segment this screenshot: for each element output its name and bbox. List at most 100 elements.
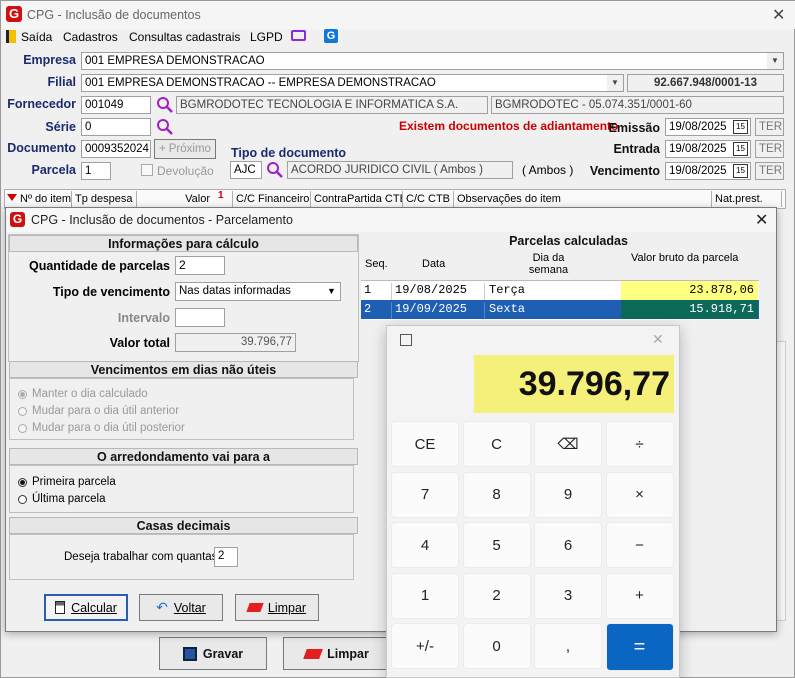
grid-header-ccfin[interactable]: C/C Financeiro	[233, 191, 311, 207]
dialog-close-icon[interactable]: ✕	[755, 210, 768, 230]
grid-header-obs[interactable]: Observações do item	[454, 191, 712, 207]
proximo-button[interactable]: + Próximo	[154, 139, 216, 159]
arred-option-label-0: Primeira parcela	[32, 476, 116, 488]
label-fornecedor: Fornecedor	[7, 97, 76, 111]
arred-header: O arredondamento vai para a	[9, 448, 358, 465]
grid-header-ccctb[interactable]: C/C CTB	[403, 191, 454, 207]
label-entrada: Entrada	[613, 142, 660, 156]
emissao-day: TER	[755, 118, 784, 136]
radio-anterior-icon	[18, 406, 27, 416]
label-empresa: Empresa	[23, 53, 76, 67]
dias-option-anterior[interactable]: Mudar para o dia útil anterior	[18, 405, 179, 417]
dias-option-label-1: Mudar para o dia útil anterior	[32, 405, 180, 417]
calc-key-plus[interactable]: +	[605, 572, 674, 619]
close-icon[interactable]: ✕	[772, 5, 785, 25]
gravar-button[interactable]: Gravar	[159, 637, 267, 670]
calc-key-divide[interactable]: ÷	[605, 421, 674, 467]
vencimento-calendar-icon[interactable]: 15	[733, 164, 748, 178]
calc-key-backspace[interactable]: ⌫	[534, 421, 602, 467]
documento-field[interactable]: 0009352024	[81, 140, 151, 158]
calc-key-7[interactable]: 7	[391, 471, 459, 518]
parcelas-col-dia: Dia da semana	[528, 252, 569, 276]
calc-key-comma[interactable]: ,	[534, 623, 602, 669]
dialog-title-bar: G CPG - Inclusão de documentos - Parcela…	[6, 208, 776, 232]
filial-select[interactable]: 001 EMPRESA DEMONSTRACAO -- EMPRESA DEMO…	[81, 74, 624, 92]
tipo-doc-desc: ACORDO JURIDICO CIVIL ( Ambos )	[287, 161, 513, 179]
arred-option-ultima[interactable]: Última parcela	[18, 493, 106, 505]
calc-key-equals[interactable]: =	[605, 623, 674, 671]
calc-close-icon[interactable]: ✕	[652, 331, 664, 348]
calc-key-1[interactable]: 1	[391, 572, 459, 619]
grid-sort-num: 1	[218, 190, 224, 201]
grid-header-item[interactable]: Nº do item	[17, 191, 72, 207]
empresa-dropdown-icon[interactable]: ▼	[767, 53, 783, 69]
voltar-button[interactable]: ↶ Voltar	[139, 594, 223, 621]
calc-key-negate[interactable]: +/-	[391, 623, 459, 669]
calc-key-5[interactable]: 5	[462, 522, 531, 568]
table-row[interactable]: 1 19/08/2025 Terça 23.878,06	[361, 281, 759, 300]
grid-header-contrapartida[interactable]: ContraPartida CTB	[311, 191, 403, 207]
calc-mini-mode-icon[interactable]	[400, 334, 412, 346]
menu-cadastros[interactable]: Cadastros	[63, 30, 118, 44]
calculator-icon	[55, 601, 66, 614]
calc-key-4[interactable]: 4	[391, 522, 459, 568]
calc-key-ce[interactable]: CE	[391, 421, 459, 467]
intervalo-input[interactable]	[175, 308, 225, 327]
calc-key-8[interactable]: 8	[462, 471, 531, 518]
grid-header-tpdespesa[interactable]: Tp despesa	[72, 191, 137, 207]
qtd-label: Quantidade de parcelas	[28, 259, 170, 273]
limpar-dialog-button[interactable]: Limpar	[235, 594, 319, 621]
row1-seq: 1	[364, 283, 392, 300]
serie-field[interactable]: 0	[81, 118, 151, 136]
g-app-icon[interactable]: G	[324, 29, 338, 43]
dias-option-label-0: Manter o dia calculado	[32, 388, 148, 400]
entrada-calendar-icon[interactable]: 15	[733, 142, 748, 156]
tipo-doc-search-icon[interactable]	[266, 161, 284, 179]
menu-lgpd[interactable]: LGPD	[250, 30, 283, 44]
parcelas-col-seq: Seq.	[365, 258, 388, 270]
eraser-icon	[303, 648, 323, 659]
monitor-icon[interactable]	[291, 30, 306, 41]
label-emissao: Emissão	[608, 121, 660, 135]
empresa-select[interactable]: 001 EMPRESA DEMONSTRACAO	[81, 52, 784, 70]
gravar-label: Gravar	[202, 646, 244, 661]
tipo-doc-ambos: ( Ambos )	[522, 163, 574, 177]
tipo-venc-dropdown-icon[interactable]: ▼	[324, 284, 339, 299]
calcular-label: Calcular	[71, 600, 117, 615]
devolucao-label: Devolução	[157, 164, 214, 178]
grid-indicator-icon	[7, 194, 17, 201]
tipo-venc-select[interactable]: Nas datas informadas	[175, 282, 341, 301]
exit-icon	[6, 30, 16, 43]
casas-input[interactable]: 2	[214, 547, 238, 567]
calc-key-3[interactable]: 3	[534, 572, 602, 619]
menu-bar: Saída Cadastros Consultas cadastrais LGP…	[1, 27, 795, 47]
menu-saida[interactable]: Saída	[21, 30, 52, 44]
calc-key-minus[interactable]: −	[605, 522, 674, 568]
qtd-input[interactable]: 2	[175, 256, 225, 275]
serie-search-icon[interactable]	[156, 118, 174, 136]
dias-option-posterior[interactable]: Mudar para o dia útil posterior	[18, 422, 185, 434]
emissao-calendar-icon[interactable]: 15	[733, 120, 748, 134]
filial-dropdown-icon[interactable]: ▼	[607, 75, 623, 91]
grid-header-natprest[interactable]: Nat.prest.	[712, 191, 782, 207]
dias-option-manter[interactable]: Manter o dia calculado	[18, 388, 148, 400]
menu-consultas[interactable]: Consultas cadastrais	[129, 30, 240, 44]
calc-key-9[interactable]: 9	[534, 471, 602, 518]
fornecedor-search-icon[interactable]	[156, 96, 174, 114]
calc-key-6[interactable]: 6	[534, 522, 602, 568]
arred-option-label-1: Última parcela	[32, 493, 106, 505]
calc-key-2[interactable]: 2	[462, 572, 531, 619]
row2-dia: Sexta	[489, 302, 526, 316]
table-row[interactable]: 2 19/09/2025 Sexta 15.918,71	[361, 300, 759, 319]
calc-key-multiply[interactable]: ×	[605, 471, 674, 518]
vencimento-day: TER	[755, 162, 784, 180]
arred-option-primeira[interactable]: Primeira parcela	[18, 476, 116, 488]
fornecedor-code[interactable]: 001049	[81, 96, 151, 114]
calc-key-0[interactable]: 0	[462, 623, 531, 669]
limpar-main-button[interactable]: Limpar	[283, 637, 391, 670]
calcular-button[interactable]: Calcular	[44, 594, 128, 621]
tipo-doc-code[interactable]: AJC	[230, 161, 262, 179]
parcela-field[interactable]: 1	[81, 162, 111, 180]
devolucao-checkbox[interactable]	[141, 164, 153, 176]
calc-key-c[interactable]: C	[462, 421, 531, 467]
